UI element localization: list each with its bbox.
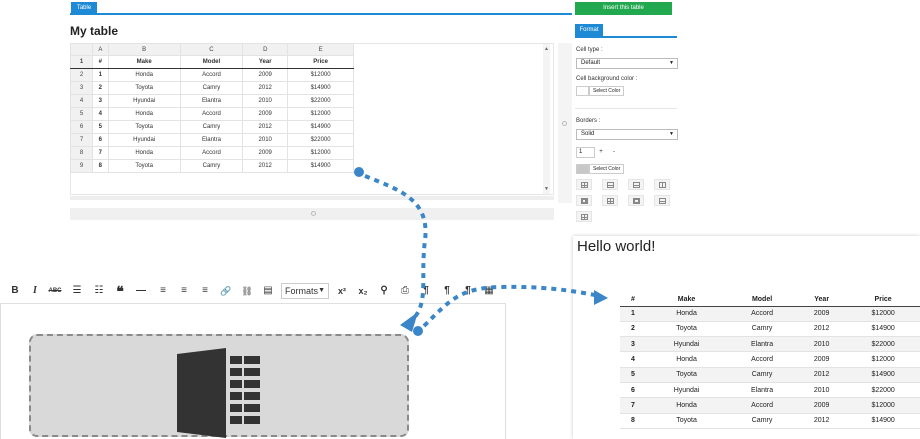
arrow-start-dot bbox=[354, 167, 364, 177]
flow-arrows bbox=[354, 167, 608, 336]
arrow-start-dot-2 bbox=[413, 326, 423, 336]
arrow-head-icon-2 bbox=[594, 290, 608, 305]
